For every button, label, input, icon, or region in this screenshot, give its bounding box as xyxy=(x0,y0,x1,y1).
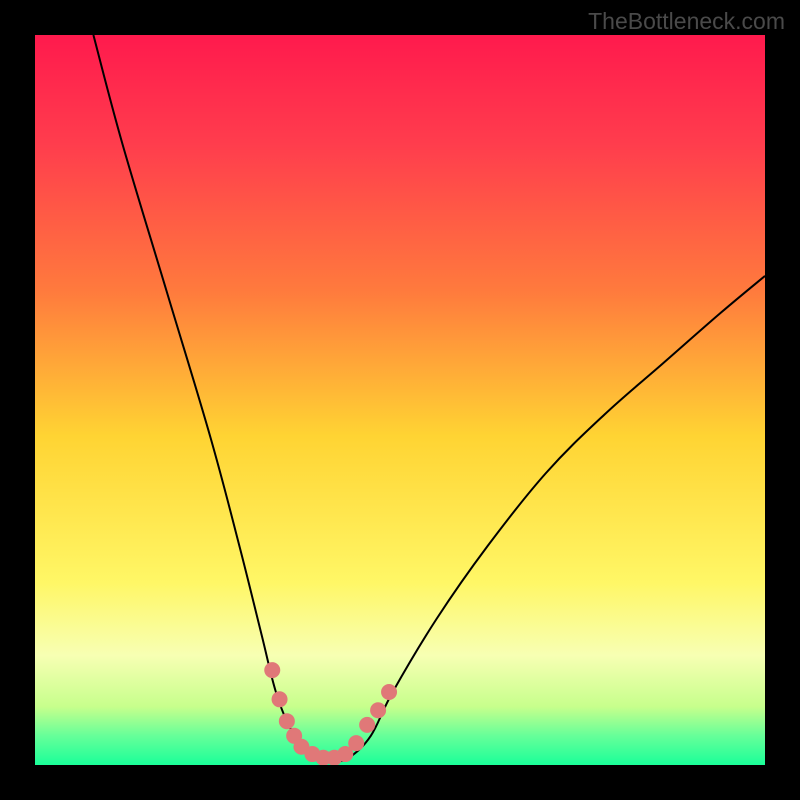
highlight-dot xyxy=(348,735,364,751)
highlight-dot xyxy=(264,662,280,678)
bottleneck-chart xyxy=(35,35,765,765)
chart-svg xyxy=(35,35,765,765)
highlight-dot xyxy=(272,691,288,707)
gradient-background xyxy=(35,35,765,765)
highlight-dot xyxy=(381,684,397,700)
highlight-dot xyxy=(359,717,375,733)
highlight-dot xyxy=(279,713,295,729)
highlight-dot xyxy=(370,702,386,718)
watermark-text: TheBottleneck.com xyxy=(588,8,785,35)
